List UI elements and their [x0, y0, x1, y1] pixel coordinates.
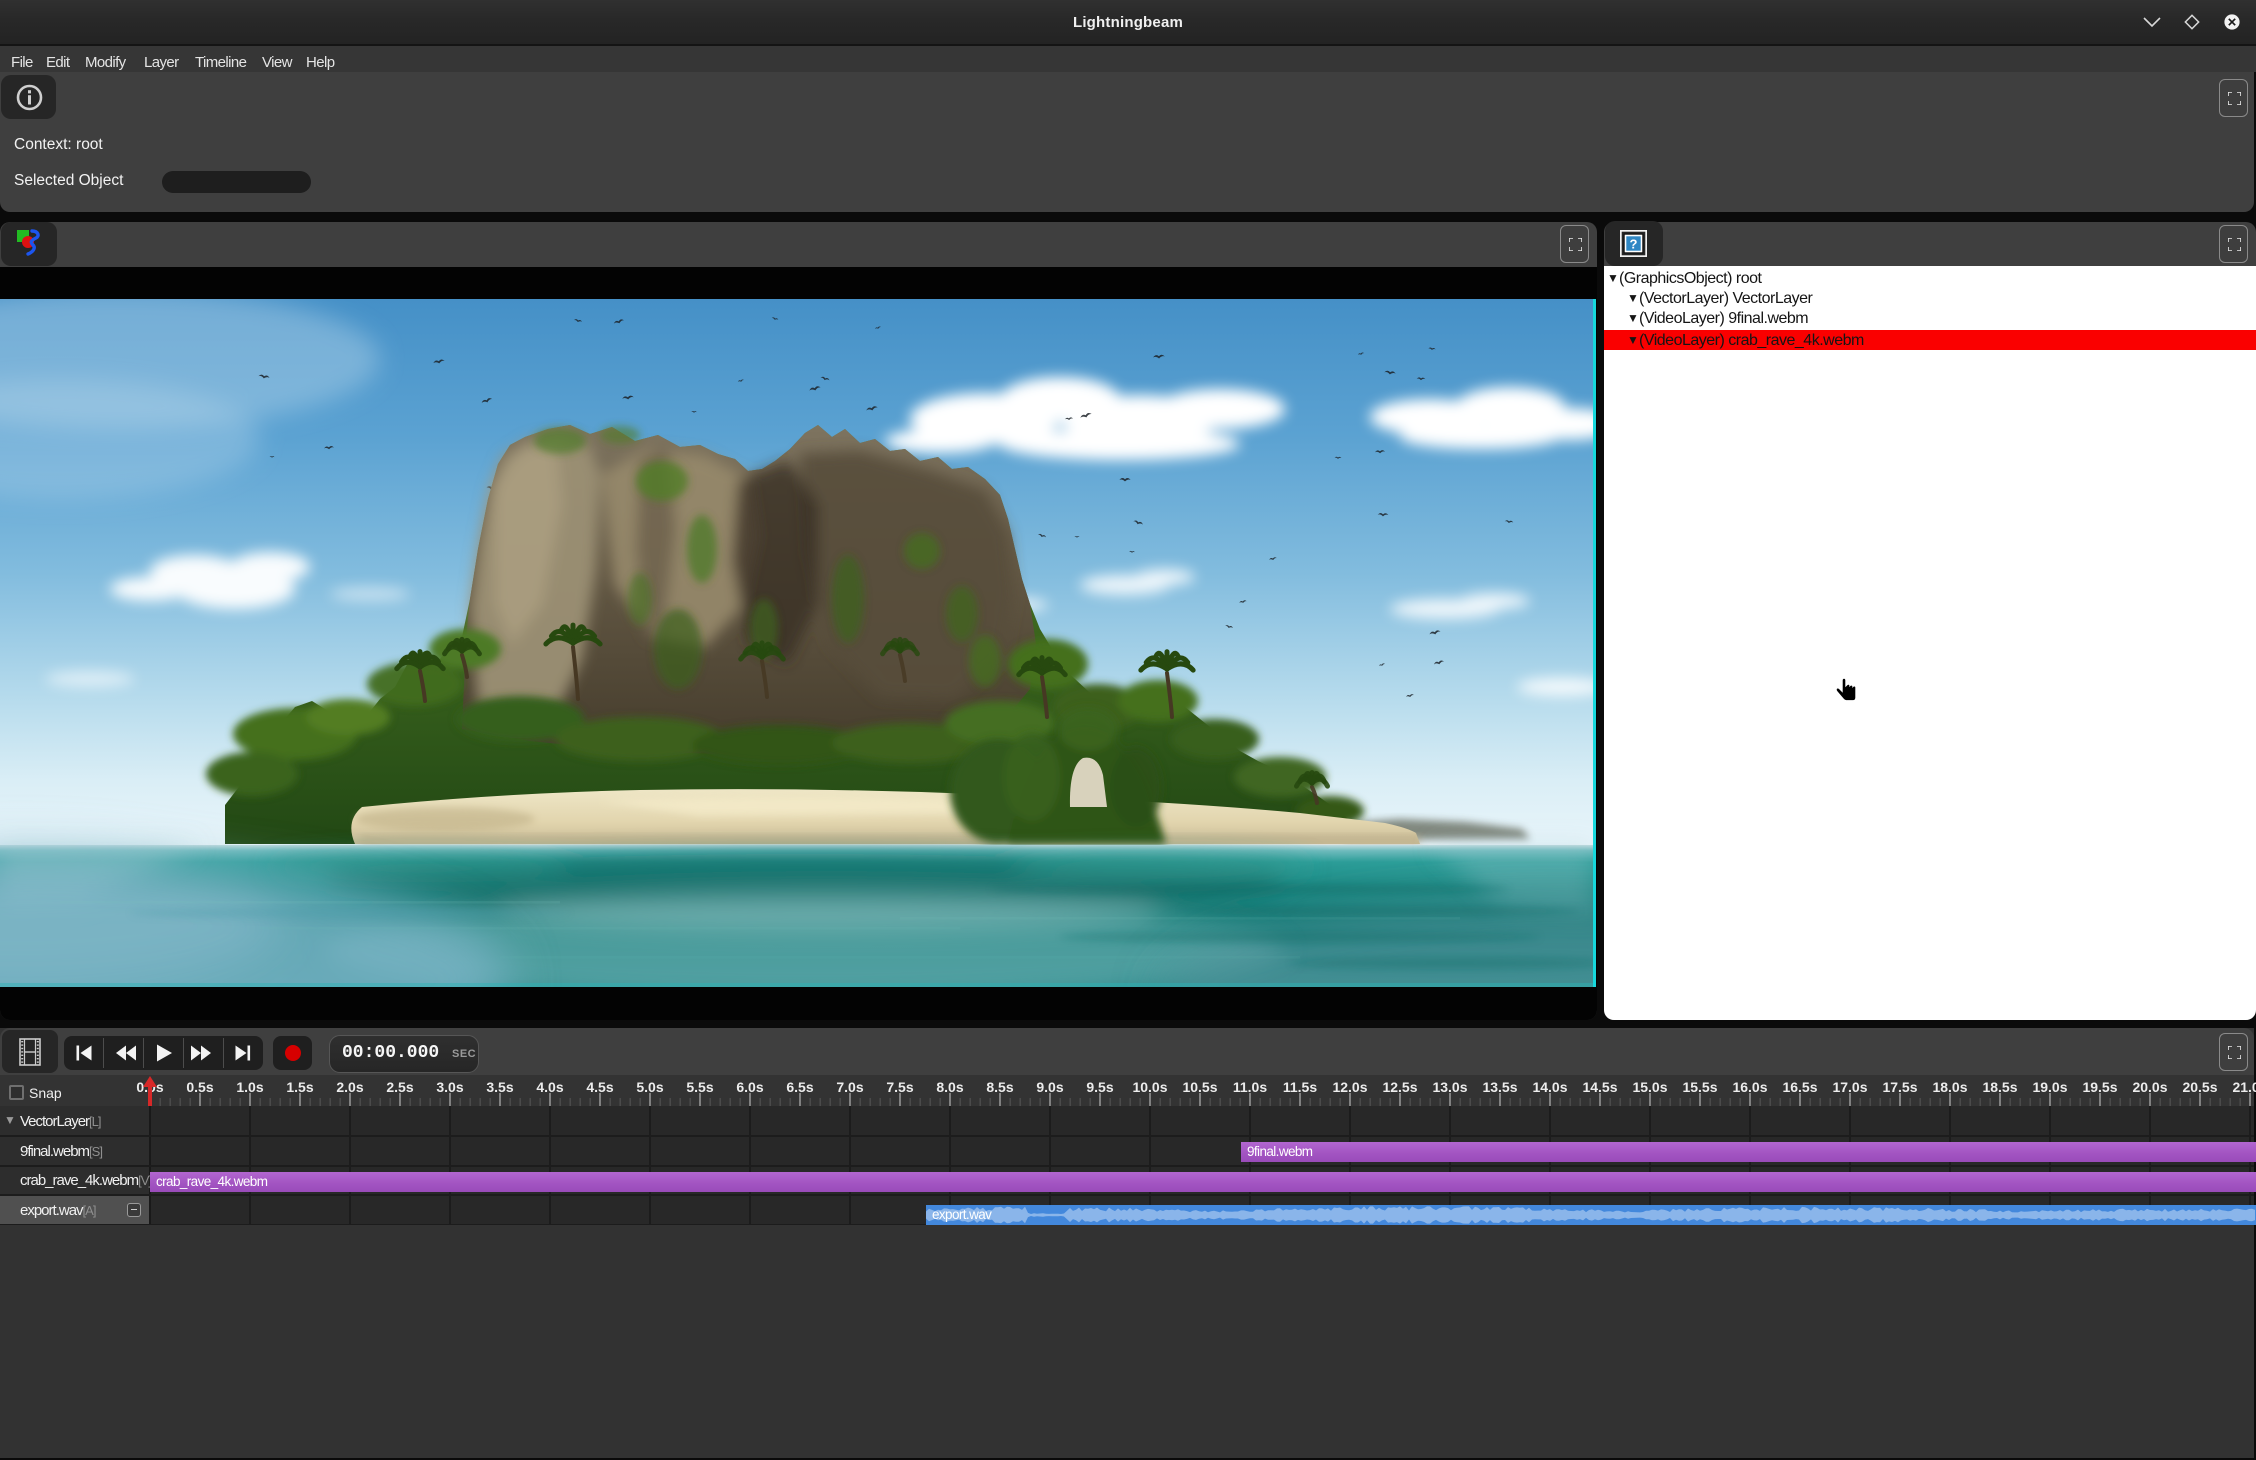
svg-text:?: ?	[1630, 237, 1638, 252]
